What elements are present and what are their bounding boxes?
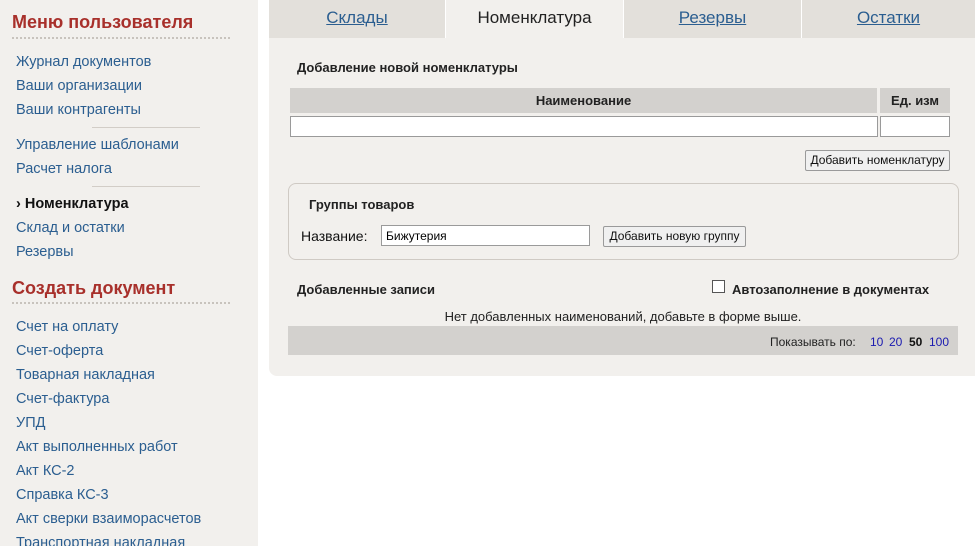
add-nomenclature-title: Добавление новой номенклатуры <box>297 60 518 75</box>
sidebar-item-warehouse-stock[interactable]: Склад и остатки <box>16 220 125 236</box>
tab-reserves[interactable]: Резервы <box>623 0 801 38</box>
page-size-50[interactable]: 50 <box>909 335 922 349</box>
sidebar-item-invoice-offer[interactable]: Счет-оферта <box>16 343 103 359</box>
sidebar-item-organizations[interactable]: Ваши организации <box>16 78 142 94</box>
empty-records-message: Нет добавленных наименований, добавьте в… <box>444 309 802 324</box>
page-size-100[interactable]: 100 <box>929 335 949 349</box>
sidebar-separator <box>92 127 200 128</box>
create-document-heading: Создать документ <box>12 278 176 298</box>
group-name-label: Название: <box>301 228 368 244</box>
sidebar-item-templates[interactable]: Управление шаблонами <box>16 137 179 153</box>
main-panel: Склады Номенклатура Резервы Остатки Доба… <box>269 0 975 376</box>
unit-input[interactable] <box>880 116 950 137</box>
sidebar-item-work-act[interactable]: Акт выполненных работ <box>16 439 178 455</box>
add-group-button[interactable]: Добавить новую группу <box>603 226 746 247</box>
product-groups-panel: Группы товаров Название: Добавить новую … <box>288 183 959 260</box>
add-nomenclature-button[interactable]: Добавить номенклатуру <box>805 150 950 171</box>
sidebar-item-invoice[interactable]: Счет на оплату <box>16 319 118 335</box>
sidebar-item-reconciliation[interactable]: Акт сверки взаиморасчетов <box>16 511 201 527</box>
sidebar-item-ks3[interactable]: Справка КС-3 <box>16 487 109 503</box>
sidebar-item-reserves[interactable]: Резервы <box>16 244 74 260</box>
sidebar-item-upd[interactable]: УПД <box>16 415 45 431</box>
sidebar-item-documents-journal[interactable]: Журнал документов <box>16 54 151 70</box>
added-records-title: Добавленные записи <box>297 282 435 297</box>
product-groups-title: Группы товаров <box>309 197 415 212</box>
nomenclature-name-input[interactable] <box>290 116 878 137</box>
column-header-name: Наименование <box>290 88 877 113</box>
autofill-label: Автозаполнение в документах <box>732 282 930 297</box>
user-menu-divider <box>12 37 230 39</box>
sidebar: Меню пользователя Журнал документов Ваши… <box>0 0 258 546</box>
tab-stock[interactable]: Остатки <box>801 0 975 38</box>
page-size-10[interactable]: 10 <box>870 335 883 349</box>
sidebar-item-nomenclature[interactable]: › Номенклатура <box>16 196 129 212</box>
autofill-checkbox[interactable] <box>712 280 725 293</box>
page-size-label: Показывать по: <box>770 335 856 349</box>
create-document-divider <box>12 302 230 304</box>
sidebar-item-waybill[interactable]: Товарная накладная <box>16 367 155 383</box>
sidebar-item-ks2[interactable]: Акт КС-2 <box>16 463 75 479</box>
column-header-unit: Ед. изм <box>880 88 950 113</box>
sidebar-item-tax-calc[interactable]: Расчет налога <box>16 161 112 177</box>
sidebar-item-transport-waybill[interactable]: Транспортная накладная <box>16 535 185 546</box>
user-menu-heading: Меню пользователя <box>12 12 194 32</box>
sidebar-item-tax-invoice[interactable]: Счет-фактура <box>16 391 109 407</box>
group-name-input[interactable] <box>381 225 590 246</box>
pagination-bar: Показывать по: 10 20 50 100 <box>288 326 958 355</box>
tab-warehouses[interactable]: Склады <box>269 0 445 38</box>
tab-nomenclature[interactable]: Номенклатура <box>445 0 623 38</box>
page-size-20[interactable]: 20 <box>889 335 902 349</box>
sidebar-separator <box>92 186 200 187</box>
sidebar-item-counterparties[interactable]: Ваши контрагенты <box>16 102 141 118</box>
